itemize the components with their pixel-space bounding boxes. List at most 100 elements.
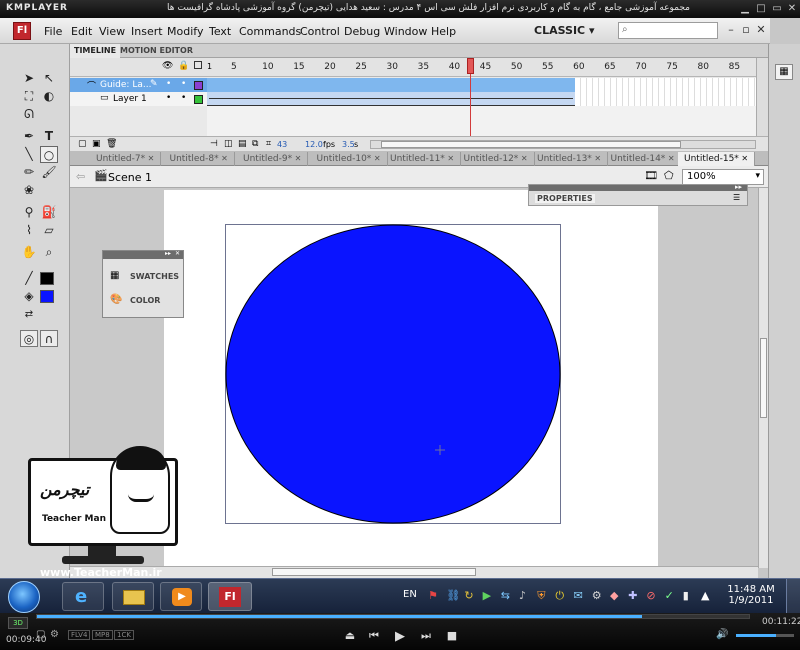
- delete-layer-icon[interactable]: 🗑: [106, 139, 117, 149]
- 3d-icon[interactable]: 3D: [8, 617, 28, 629]
- bone-tool-icon[interactable]: ⚲: [20, 204, 38, 221]
- new-folder-icon[interactable]: ▣: [92, 139, 101, 149]
- previous-icon[interactable]: ⏮: [366, 629, 382, 643]
- close-icon[interactable]: ✕: [785, 2, 799, 15]
- volume-icon[interactable]: 🔊: [716, 629, 728, 640]
- paint-bucket-icon[interactable]: ⛽: [40, 204, 58, 221]
- timeline-hscroll[interactable]: [370, 140, 756, 149]
- stage-vscroll-thumb[interactable]: [760, 338, 767, 418]
- tab-close-icon[interactable]: ✕: [518, 154, 528, 163]
- lock-icon[interactable]: 🔒: [178, 61, 189, 71]
- scene-name[interactable]: Scene 1: [108, 171, 152, 184]
- menu-modify[interactable]: Modify: [167, 25, 203, 38]
- free-transform-icon[interactable]: ⛶: [20, 88, 38, 105]
- eraser-icon[interactable]: ▱: [40, 222, 58, 239]
- edit-scene-icon[interactable]: 🎞: [644, 169, 658, 182]
- pencil-tool-icon[interactable]: ✏: [20, 164, 38, 181]
- menu-file[interactable]: File: [44, 25, 62, 38]
- play-tray-icon[interactable]: ▶: [483, 589, 491, 602]
- zoom-tool-icon[interactable]: ⌕: [40, 244, 58, 261]
- doc-tab[interactable]: Untitled-13* ✕: [531, 152, 609, 166]
- panel-menu-icon[interactable]: ☰: [733, 193, 740, 202]
- line-tool-icon[interactable]: ╲: [20, 146, 38, 163]
- stage-vscroll[interactable]: [758, 188, 768, 568]
- next-icon[interactable]: ⏭: [418, 629, 434, 643]
- doc-tab[interactable]: Untitled-12* ✕: [458, 152, 535, 166]
- panel-grip[interactable]: [529, 185, 747, 191]
- speaker-icon[interactable]: ♪: [519, 589, 526, 602]
- text-tool-icon[interactable]: T: [40, 128, 58, 145]
- doc-tab[interactable]: Untitled-7* ✕: [90, 152, 162, 166]
- tab-close-icon[interactable]: ✕: [739, 154, 748, 163]
- hand-tool-icon[interactable]: ✋: [20, 244, 38, 261]
- update-icon[interactable]: ↻: [464, 589, 473, 602]
- security-icon[interactable]: ⚙: [592, 589, 602, 602]
- circle-shape[interactable]: [225, 224, 561, 524]
- antivirus-icon[interactable]: ⊘: [646, 589, 655, 602]
- outline-icon[interactable]: [194, 61, 202, 69]
- maximize-icon[interactable]: □: [754, 2, 768, 15]
- sync-icon[interactable]: ⇆: [501, 589, 510, 602]
- current-frame[interactable]: 43: [277, 140, 287, 149]
- timeline-vscroll[interactable]: [756, 58, 768, 136]
- stop-icon[interactable]: ■: [444, 629, 460, 642]
- brush-tool-icon[interactable]: 🖌: [40, 164, 58, 181]
- layer-row-layer1[interactable]: ▭ Layer 1 • •: [70, 92, 768, 106]
- restore-icon[interactable]: ▭: [770, 2, 784, 15]
- eye-icon[interactable]: 👁: [162, 61, 173, 71]
- seek-bar[interactable]: [36, 614, 750, 619]
- ie-icon[interactable]: e: [62, 582, 104, 611]
- start-button[interactable]: [8, 581, 40, 613]
- lasso-tool-icon[interactable]: ᘏ: [20, 106, 38, 123]
- language-indicator[interactable]: EN: [403, 589, 417, 600]
- tab-timeline[interactable]: TIMELINE: [70, 44, 121, 58]
- stroke-color-swatch[interactable]: [40, 272, 54, 285]
- selection-tool-icon[interactable]: ➤: [20, 70, 38, 87]
- blue-circle[interactable]: [225, 224, 561, 524]
- settings-icon[interactable]: ⚙: [50, 629, 59, 640]
- tab-close-icon[interactable]: ✕: [145, 154, 155, 163]
- playhead[interactable]: [467, 58, 474, 74]
- back-arrow-icon[interactable]: ⇦: [76, 170, 85, 183]
- menu-window[interactable]: Window: [384, 25, 427, 38]
- eyedropper-icon[interactable]: ⌇: [20, 222, 38, 239]
- collapse-icon[interactable]: ▸▸: [735, 183, 742, 191]
- tab-close-icon[interactable]: ✕: [592, 154, 601, 163]
- play-icon[interactable]: ▶: [392, 629, 408, 644]
- doc-tab[interactable]: Untitled-15* ✕: [678, 152, 756, 166]
- tab-close-icon[interactable]: ✕: [219, 154, 228, 163]
- tray-extra-icon[interactable]: ✓: [665, 589, 674, 602]
- power-icon[interactable]: ⏻: [555, 589, 564, 603]
- visible-dot[interactable]: •: [166, 93, 171, 103]
- app-minimize-icon[interactable]: –: [724, 23, 738, 37]
- flag-icon[interactable]: ⚑: [428, 589, 438, 602]
- menu-text[interactable]: Text: [209, 25, 231, 38]
- menu-control[interactable]: Control: [300, 25, 340, 38]
- menu-commands[interactable]: Commands: [239, 25, 301, 38]
- tray-more-icon[interactable]: ▲: [701, 589, 709, 602]
- expand-icon[interactable]: ▸▸: [165, 250, 171, 257]
- chat-icon[interactable]: ✉: [574, 589, 583, 602]
- swap-colors-icon[interactable]: ⇄: [20, 306, 38, 323]
- menu-view[interactable]: View: [99, 25, 125, 38]
- battery-icon[interactable]: ▮: [683, 589, 689, 602]
- menu-insert[interactable]: Insert: [131, 25, 163, 38]
- workspace-switcher[interactable]: CLASSIC ▾: [534, 24, 594, 37]
- oval-tool-icon[interactable]: ○: [40, 146, 58, 163]
- clock[interactable]: 11:48 AM 1/9/2011: [724, 584, 778, 606]
- flash-taskbar-button[interactable]: Fl: [208, 582, 252, 611]
- fullscreen-icon[interactable]: ▢: [36, 629, 45, 640]
- layer-color-swatch[interactable]: [194, 81, 203, 90]
- tool-icon[interactable]: ✚: [628, 589, 637, 602]
- pen-tool-icon[interactable]: ✒: [20, 128, 38, 145]
- menu-help[interactable]: Help: [431, 25, 456, 38]
- minimize-icon[interactable]: ▁: [738, 2, 752, 15]
- doc-tab[interactable]: Untitled-9* ✕: [237, 152, 309, 166]
- swatches-button[interactable]: SWATCHES: [130, 272, 179, 281]
- lock-dot[interactable]: •: [181, 93, 186, 103]
- new-layer-icon[interactable]: ▢: [78, 139, 87, 149]
- doc-tab[interactable]: Untitled-14* ✕: [605, 152, 682, 166]
- tab-motion-editor[interactable]: MOTION EDITOR: [116, 44, 197, 58]
- motion-tween-span[interactable]: [207, 92, 575, 106]
- timeline-scroll-thumb[interactable]: [381, 141, 681, 148]
